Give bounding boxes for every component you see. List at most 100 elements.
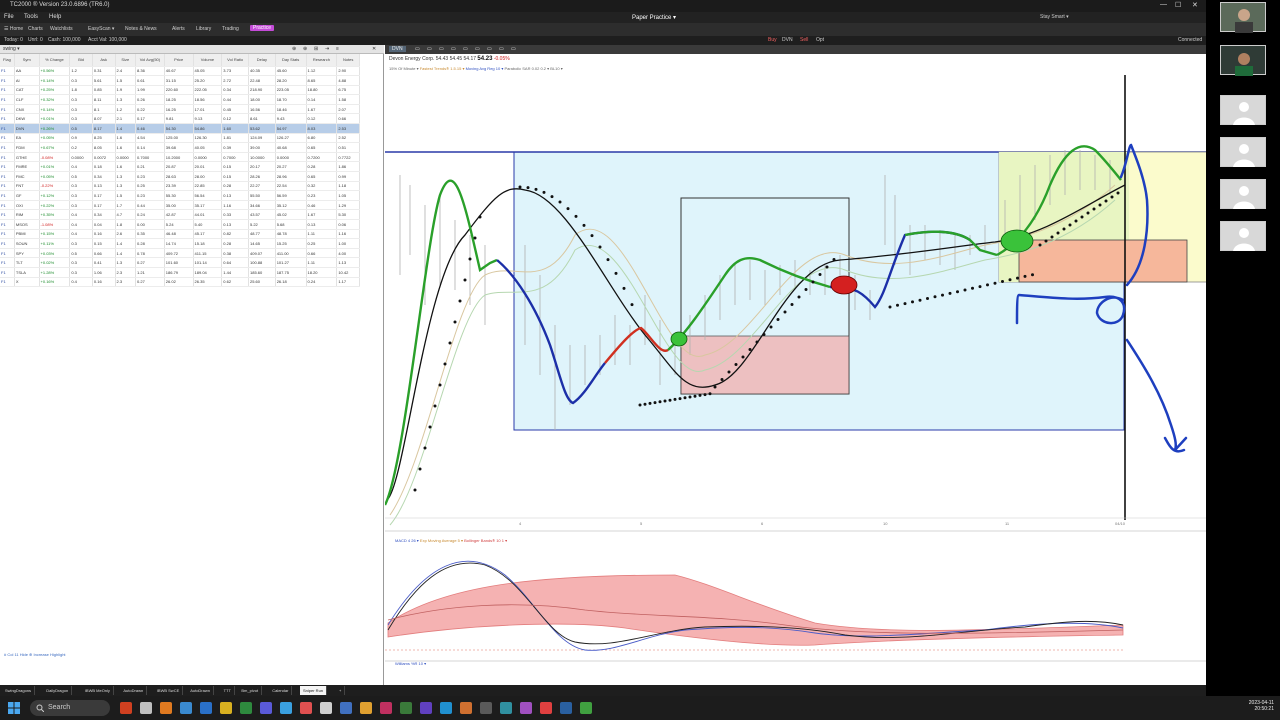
app-icon[interactable] (380, 702, 392, 714)
layout-tab[interactable]: AutoDrawn (120, 686, 148, 695)
table-row[interactable]: F1 FDM +0.67% 0.2 8.05 1.6 0.14 39.68 40.05 0.39 3… (0, 142, 360, 153)
app-icon[interactable] (320, 702, 332, 714)
app-icon[interactable] (140, 702, 152, 714)
app-icon[interactable] (240, 702, 252, 714)
column-header[interactable]: Flag (0, 54, 15, 67)
app-icon[interactable] (480, 702, 492, 714)
table-row[interactable]: F1 FNT -0.22% 0.3 0.13 1.3 0.25 23.39 22.85 0.28 2… (0, 181, 360, 192)
app-icon[interactable] (160, 702, 172, 714)
app-icon[interactable] (560, 702, 572, 714)
table-row[interactable]: F1 SOUN +0.11% 0.3 0.15 1.4 0.28 14.74 15.18 0.28… (0, 238, 360, 249)
ema-indicator-label[interactable]: Exp Moving Average 5 ▾ (420, 538, 463, 543)
account-selector[interactable]: Paper Practice ▾ (632, 14, 676, 21)
app-icon[interactable] (340, 702, 352, 714)
app-icon[interactable] (420, 702, 432, 714)
column-header[interactable]: Sym (14, 54, 40, 67)
buy-button[interactable]: Buy (768, 37, 777, 43)
table-row[interactable]: F1 FMRE +0.01% 0.4 0.18 1.6 0.21 20.87 20.01 0.15… (0, 161, 360, 173)
column-header[interactable]: Research (306, 54, 338, 67)
minimize-button[interactable]: — (1160, 1, 1167, 8)
column-header[interactable]: Volume (193, 54, 223, 67)
layout-tab[interactable]: TTT (221, 686, 235, 695)
toolbar-easyscan[interactable]: EasyScan ▾ (88, 26, 114, 32)
app-icon[interactable] (460, 702, 472, 714)
watchlist-footer[interactable]: # Col 11 Hide ⊕ Increase Highlight (0, 649, 384, 659)
participant-placeholder[interactable] (1220, 137, 1266, 167)
column-header[interactable]: Delay (248, 54, 276, 67)
table-row[interactable]: F1 GTHE -0.08% 0.0000 0.0072 0.0000 0.7000 10.2… (0, 152, 360, 163)
table-row[interactable]: F1 SPY +0.03% 0.5 0.66 1.4 0.78 409.72 411.15 0.3… (0, 248, 360, 259)
layout-tab[interactable]: IBWB SwCE (154, 686, 184, 695)
participant-placeholder[interactable] (1220, 95, 1266, 125)
table-row[interactable]: F1 CAT +0.25% 1.8 0.85 1.9 1.99 220.60 222.05 0.3… (0, 85, 360, 96)
column-header[interactable]: Price (164, 54, 194, 67)
layout-tab[interactable]: Calendar (269, 686, 293, 695)
participant-placeholder[interactable] (1220, 179, 1266, 209)
williams-legend[interactable]: Williams %R 10 ▾ (395, 661, 426, 666)
column-header[interactable]: Bid (69, 54, 93, 67)
layout-tab[interactable]: AutoDrawn (187, 686, 214, 695)
toolbar-alerts[interactable]: Alerts (172, 26, 185, 32)
participant-video[interactable] (1220, 45, 1266, 76)
table-row[interactable]: F1 PBMI +0.15% 0.4 0.16 2.6 0.35 46.48 45.17 0.82… (0, 229, 360, 240)
order-symbol[interactable]: DVN (782, 37, 793, 43)
close-button[interactable]: ✕ (1192, 1, 1198, 9)
column-header[interactable]: Day Stats (275, 54, 307, 67)
table-row[interactable]: F1 TSLA +1.28% 0.3 1.06 2.3 1.21 186.79 189.04 1.… (0, 267, 360, 278)
export-icon[interactable]: ⇥ (325, 46, 329, 52)
menu-tools[interactable]: Tools (24, 14, 38, 20)
table-row[interactable]: F1 EA +0.05% 0.9 8.25 1.6 4.54 125.00 126.30 1.81… (0, 133, 360, 144)
table-row[interactable]: F1 OXI +0.22% 0.3 0.17 1.7 0.44 35.00 35.17 1.16 3… (0, 200, 360, 211)
column-header[interactable]: Ask (92, 54, 116, 67)
app-icon[interactable] (300, 702, 312, 714)
column-header[interactable]: Notes (336, 54, 360, 67)
app-icon[interactable] (400, 702, 412, 714)
app-icon[interactable] (500, 702, 512, 714)
participant-video[interactable] (1220, 2, 1266, 33)
app-icon[interactable] (520, 702, 532, 714)
table-row[interactable]: F1 DVN +0.26% 0.5 8.17 1.4 0.46 54.30 54.86 1.60 5… (0, 123, 360, 134)
app-icon[interactable] (120, 702, 132, 714)
table-row[interactable]: F1 FMC +0.05% 0.5 0.34 1.3 0.23 28.63 28.00 0.15 2… (0, 171, 360, 182)
table-row[interactable]: F1 GF +0.12% 0.3 0.17 1.5 0.23 55.30 56.54 0.13 55… (0, 190, 360, 201)
table-row[interactable]: F1 CLF +0.32% 0.3 8.11 1.3 0.26 18.25 18.56 0.44 1… (0, 94, 360, 105)
column-header[interactable]: Vol Ratio (221, 54, 249, 67)
system-clock[interactable]: 2023-04-11 20:50:21 (1214, 700, 1274, 712)
macd-indicator-label[interactable]: MACD 4 26 ▾ (395, 538, 419, 543)
user-menu[interactable]: Stay Smart ▾ (1040, 14, 1069, 20)
app-icon[interactable] (360, 702, 372, 714)
app-icon[interactable] (180, 702, 192, 714)
maximize-button[interactable]: ☐ (1175, 1, 1181, 9)
windows-start-icon[interactable] (8, 702, 20, 714)
toolbar-charts[interactable]: Charts (28, 26, 43, 32)
options-button[interactable]: Opt (816, 37, 824, 43)
column-header[interactable]: % Change (39, 54, 71, 67)
add-column-icon[interactable]: ⊕ (303, 46, 307, 52)
column-header[interactable]: Vol Avg(50) (135, 54, 165, 67)
table-row[interactable]: F1 DKW +0.01% 0.3 8.07 2.1 0.17 9.81 9.13 0.12 8.6… (0, 113, 360, 125)
table-row[interactable]: F1 CNX +0.14% 0.3 8.1 1.2 0.22 16.25 17.01 0.45 16… (0, 104, 360, 115)
app-icon[interactable] (260, 702, 272, 714)
table-row[interactable]: F1 AI +0.14% 0.3 5.61 1.5 0.61 31.15 25.20 2.72 22… (0, 75, 360, 86)
layout-tab[interactable]: SwingDragons (2, 686, 36, 695)
participant-placeholder[interactable] (1220, 221, 1266, 251)
app-icon[interactable] (580, 702, 592, 714)
menu-icon[interactable]: ≡ (336, 46, 339, 52)
toolbar-notes-news[interactable]: Notes & News (125, 26, 157, 32)
table-row[interactable]: F1 MSOS -1.08% 0.4 0.04 1.8 0.00 5.24 5.40 0.13 5.… (0, 219, 360, 230)
layout-tab[interactable]: DailyDragon (43, 686, 73, 695)
toolbar-practice[interactable]: Practice (250, 25, 275, 31)
layout-tab[interactable]: Bm_pivot (238, 686, 263, 695)
toolbar-library[interactable]: Library (196, 26, 211, 32)
column-header[interactable]: Size (115, 54, 137, 67)
sell-button[interactable]: Sell (800, 37, 808, 43)
toolbar-home[interactable]: ☰ Home (4, 26, 23, 32)
table-row[interactable]: F1 X +0.16% 0.4 0.16 2.3 0.27 26.02 26.35 0.62 25.… (0, 277, 360, 288)
table-row[interactable]: F1 AA +0.56% 1.2 0.31 2.4 8.36 40.67 45.05 3.73 40… (0, 66, 360, 77)
app-icon[interactable] (200, 702, 212, 714)
menu-file[interactable]: File (4, 14, 14, 20)
chart-window[interactable]: DVN ▭ ▭ ▭ ▭ ▭ ▭ ▭ ▭ ▭ Devon Energy Corp.… (385, 45, 1230, 685)
table-row[interactable]: F1 TLT +0.02% 0.3 0.41 1.3 0.27 101.60 101.14 0.6… (0, 257, 360, 268)
layout-tab[interactable]: IBWB MeOnly (82, 686, 114, 695)
app-icon[interactable] (220, 702, 232, 714)
